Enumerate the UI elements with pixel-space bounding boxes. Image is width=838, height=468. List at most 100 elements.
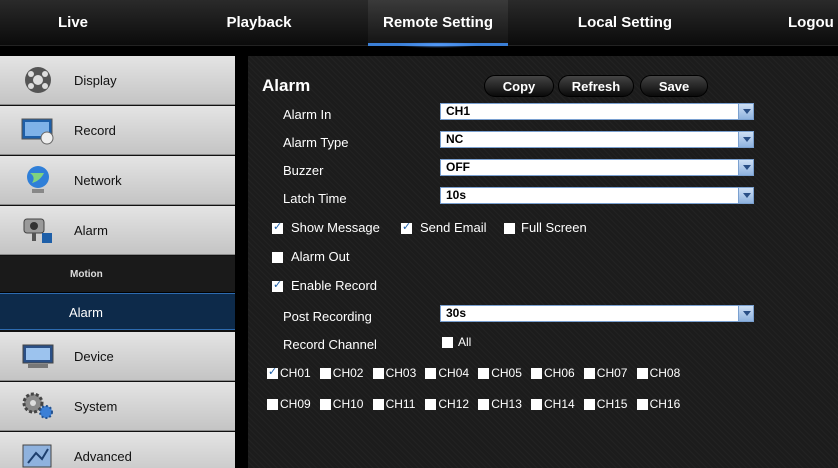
enable-record-checkbox[interactable]: [272, 278, 283, 292]
show-message-checkbox[interactable]: [272, 220, 283, 234]
channel-checkbox[interactable]: [372, 368, 384, 379]
send-email-label: Send Email: [420, 220, 487, 235]
channel-label: CH08: [649, 366, 681, 380]
sidebar-item-record[interactable]: Record: [0, 106, 235, 155]
alarm-type-select[interactable]: NC: [440, 131, 754, 148]
channel-checkbox[interactable]: [636, 368, 648, 379]
device-icon: [22, 344, 54, 368]
all-channels-label: All: [458, 335, 472, 349]
show-message-label: Show Message: [291, 220, 380, 235]
alarm-out-checkbox[interactable]: [272, 252, 283, 263]
sidebar-item-label: Record: [74, 123, 116, 138]
all-channels-checkbox[interactable]: [442, 337, 453, 348]
channel-checkbox[interactable]: [636, 399, 648, 410]
copy-button[interactable]: Copy: [484, 75, 554, 97]
record-channel-label: Record Channel: [283, 337, 377, 352]
display-icon: [25, 67, 51, 93]
system-icon: [22, 392, 53, 419]
channel-label: CH05: [491, 366, 522, 380]
channel-checkbox[interactable]: [583, 399, 595, 410]
channel-label: CH14: [544, 397, 575, 411]
sidebar-subitem-label: Alarm: [69, 305, 103, 320]
alarm-type-label: Alarm Type: [283, 135, 349, 150]
channel-label: CH11: [385, 397, 416, 411]
enable-record-label: Enable Record: [291, 278, 377, 293]
channel-label: CH02: [332, 366, 364, 380]
alarm-in-value: CH1: [446, 104, 471, 118]
chevron-down-icon: [738, 188, 753, 203]
tab-remote-setting[interactable]: Remote Setting: [368, 0, 508, 48]
channel-checkbox[interactable]: [319, 368, 331, 379]
latch-time-select[interactable]: 10s: [440, 187, 754, 204]
buzzer-select[interactable]: OFF: [440, 159, 754, 176]
save-button[interactable]: Save: [640, 75, 708, 97]
full-screen-checkbox[interactable]: [504, 223, 515, 234]
channel-label: CH12: [438, 397, 470, 411]
sidebar-item-label: Network: [74, 173, 122, 188]
buzzer-label: Buzzer: [283, 163, 324, 178]
alarm-in-select[interactable]: CH1: [440, 103, 754, 120]
channel-checkbox[interactable]: [478, 399, 490, 410]
channel-checkbox[interactable]: [319, 399, 331, 410]
post-recording-select[interactable]: 30s: [440, 305, 754, 322]
channel-checkbox[interactable]: [478, 368, 490, 379]
alarm-settings-panel: Alarm Copy Refresh Save Alarm In CH1 Ala…: [248, 56, 838, 468]
sidebar-item-advanced[interactable]: Advanced: [0, 432, 235, 468]
sidebar-subitem-motion[interactable]: Motion: [0, 256, 235, 293]
channel-label: CH07: [596, 366, 628, 380]
advanced-icon: [22, 444, 52, 468]
channel-label: CH01: [280, 366, 311, 380]
sidebar-item-label: Display: [74, 73, 117, 88]
channel-checkbox[interactable]: [267, 365, 278, 379]
channel-label: CH03: [385, 366, 417, 380]
channel-checkbox[interactable]: [583, 368, 595, 379]
latch-time-label: Latch Time: [283, 191, 347, 206]
sidebar-item-alarm[interactable]: Alarm: [0, 206, 235, 255]
channel-checkbox[interactable]: [531, 399, 542, 410]
channel-label: CH09: [280, 397, 311, 411]
latch-time-value: 10s: [446, 188, 467, 202]
channel-label: CH13: [491, 397, 522, 411]
channel-label: CH10: [332, 397, 364, 411]
alarm-icon: [23, 218, 52, 243]
channel-label: CH06: [544, 366, 575, 380]
sidebar-item-system[interactable]: System: [0, 382, 235, 431]
tab-local-setting[interactable]: Local Setting: [565, 0, 685, 46]
channel-checkbox[interactable]: [425, 399, 437, 410]
alarm-out-label: Alarm Out: [291, 249, 350, 264]
chevron-down-icon: [738, 160, 753, 175]
sidebar-item-label: Alarm: [74, 223, 108, 238]
sidebar-item-display[interactable]: Display: [0, 56, 235, 105]
sidebar: Display Record Network Alarm Motion Alar…: [0, 56, 235, 468]
tab-logout[interactable]: Logou: [780, 0, 838, 46]
sidebar-item-device[interactable]: Device: [0, 332, 235, 381]
sidebar-subitem-alarm[interactable]: Alarm: [0, 293, 235, 330]
chevron-down-icon: [738, 132, 753, 147]
post-recording-value: 30s: [446, 306, 467, 320]
channel-checkbox[interactable]: [425, 368, 437, 379]
post-recording-label: Post Recording: [283, 309, 372, 324]
send-email-checkbox[interactable]: [401, 220, 412, 234]
tab-live[interactable]: Live: [38, 0, 108, 46]
top-nav-bar: Live Playback Remote Setting Local Setti…: [0, 0, 838, 48]
record-icon: [21, 118, 54, 145]
buzzer-value: OFF: [446, 160, 470, 174]
sidebar-item-label: System: [74, 399, 118, 414]
sidebar-subitem-label: Motion: [70, 269, 103, 280]
channel-label: CH15: [596, 397, 628, 411]
full-screen-label: Full Screen: [521, 220, 587, 235]
chevron-down-icon: [738, 104, 753, 119]
alarm-in-label: Alarm In: [283, 107, 332, 122]
channel-checkbox[interactable]: [267, 399, 278, 410]
page-title: Alarm: [262, 76, 311, 95]
channel-label: CH16: [649, 397, 681, 411]
sidebar-item-label: Advanced: [74, 449, 132, 464]
sidebar-item-network[interactable]: Network: [0, 156, 235, 205]
channel-checkbox[interactable]: [372, 399, 384, 410]
chevron-down-icon: [738, 306, 753, 321]
refresh-button[interactable]: Refresh: [558, 75, 634, 97]
channel-checkbox[interactable]: [531, 368, 542, 379]
network-icon: [27, 166, 49, 193]
tab-playback[interactable]: Playback: [214, 0, 304, 46]
channel-label: CH04: [438, 366, 470, 380]
